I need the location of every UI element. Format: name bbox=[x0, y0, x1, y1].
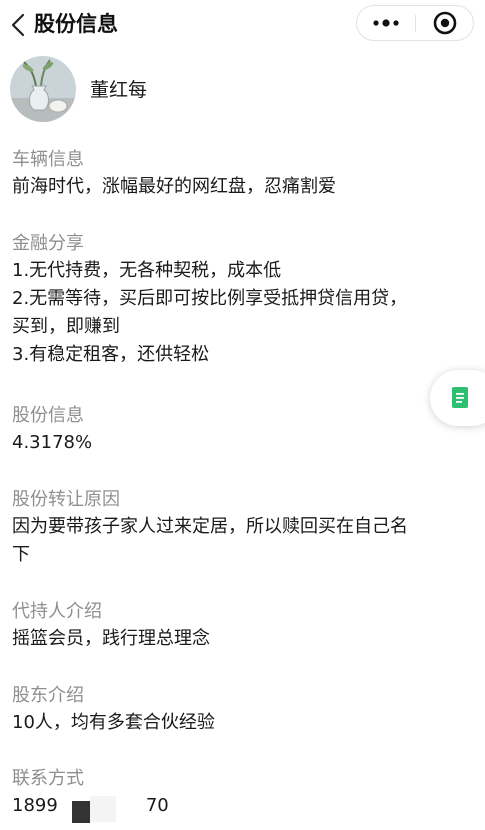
section-text: 1.无代持费，无各种契税，成本低 bbox=[12, 260, 282, 281]
section-label: 代持人介绍 bbox=[12, 601, 102, 622]
more-button[interactable] bbox=[357, 6, 415, 40]
avatar[interactable] bbox=[10, 56, 76, 122]
close-mini-program-button[interactable] bbox=[416, 6, 474, 40]
redaction-block bbox=[72, 801, 90, 823]
section-text: 买到，即赚到 bbox=[12, 316, 120, 337]
section-text: 摇篮会员，践行理总理念 bbox=[12, 628, 210, 649]
section-finance-share: 金融分享 1.无代持费，无各种契税，成本低 2.无需等待，买后即可按比例享受抵押… bbox=[12, 231, 472, 369]
section-shareholder-intro: 股东介绍 10人，均有多套合伙经验 bbox=[12, 683, 472, 737]
phone-suffix: 70 bbox=[145, 795, 169, 816]
target-icon bbox=[433, 11, 457, 35]
section-text: 因为要带孩子家人过来定居，所以赎回买在自己名 bbox=[12, 516, 408, 537]
section-label: 金融分享 bbox=[12, 233, 84, 254]
share-percentage: 4.3178% bbox=[12, 432, 93, 453]
section-text: 3.有稳定租客，还供轻松 bbox=[12, 344, 210, 365]
section-share-info: 股份信息 4.3178% bbox=[12, 403, 472, 457]
section-nominee-intro: 代持人介绍 摇篮会员，践行理总理念 bbox=[12, 599, 472, 653]
section-text: 10人，均有多套合伙经验 bbox=[12, 712, 215, 733]
vase-plant-avatar-image bbox=[10, 56, 76, 122]
phone-prefix: 1899 bbox=[12, 795, 58, 816]
section-transfer-reason: 股份转让原因 因为要带孩子家人过来定居，所以赎回买在自己名 下 bbox=[12, 487, 472, 569]
navigation-bar: 股份信息 bbox=[0, 0, 485, 50]
section-vehicle-info: 车辆信息 前海时代，涨幅最好的网红盘，忍痛割爱 bbox=[12, 147, 472, 201]
document-icon bbox=[452, 387, 468, 408]
more-dots-icon bbox=[373, 19, 399, 27]
floating-document-button[interactable] bbox=[430, 370, 485, 426]
redaction-blur bbox=[90, 796, 116, 822]
section-label: 联系方式 bbox=[12, 768, 84, 789]
section-label: 股东介绍 bbox=[12, 685, 84, 706]
section-label: 车辆信息 bbox=[12, 149, 84, 170]
section-text: 前海时代，涨幅最好的网红盘，忍痛割爱 bbox=[12, 176, 336, 197]
author-name[interactable]: 董红每 bbox=[90, 78, 147, 102]
section-label: 股份信息 bbox=[12, 405, 84, 426]
section-text: 下 bbox=[12, 544, 30, 565]
section-text: 2.无需等待，买后即可按比例享受抵押贷信用贷， bbox=[12, 288, 408, 309]
section-label: 股份转让原因 bbox=[12, 489, 120, 510]
page-title: 股份信息 bbox=[34, 12, 118, 36]
mini-program-capsule bbox=[356, 5, 474, 41]
back-chevron-icon[interactable] bbox=[8, 12, 30, 38]
